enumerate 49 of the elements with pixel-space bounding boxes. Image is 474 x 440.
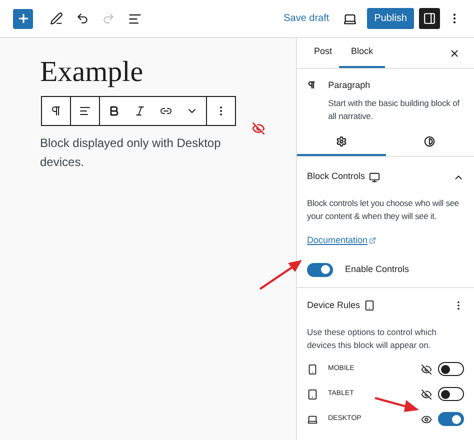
block-description: Start with the basic building block of all narrative. (328, 96, 461, 122)
save-draft-link[interactable]: Save draft (284, 11, 330, 26)
section-title: Block Controls (307, 170, 366, 184)
laptop-icon (343, 12, 358, 26)
link-icon (160, 105, 172, 117)
settings-toggle-button[interactable] (419, 8, 440, 29)
plus-icon (16, 12, 30, 25)
undo-icon (76, 12, 89, 25)
pen-icon (50, 12, 63, 25)
toggle-switch[interactable] (438, 412, 464, 426)
toggle-switch[interactable] (307, 262, 333, 276)
align-icon (79, 105, 91, 117)
publish-button[interactable]: Publish (367, 8, 414, 29)
close-button[interactable] (449, 48, 460, 58)
laptop-icon (307, 414, 318, 424)
redo-icon (102, 12, 115, 25)
undo-button[interactable] (76, 12, 89, 25)
add-block-button[interactable] (13, 8, 33, 28)
sidebar-tab[interactable]: Block (339, 38, 386, 68)
pilcrow-icon (307, 79, 316, 91)
section-description: Use these options to control which devices this block will appear on. (307, 326, 438, 352)
gear-icon (336, 136, 347, 146)
toggle-switch[interactable] (438, 362, 464, 376)
section-title: Device Rules (307, 298, 360, 312)
close-icon (449, 48, 460, 58)
section-description: Block controls let you choose who will see your content & when they will see it. (307, 197, 460, 223)
contrast-icon (424, 136, 436, 146)
block-name: Paragraph (328, 79, 372, 92)
paragraph-text: Block displayed only with Desktop devices. (40, 135, 222, 171)
monitor-icon (369, 172, 380, 182)
annotation-arrow (374, 396, 420, 414)
sidebar-tab[interactable]: Post (307, 38, 340, 68)
italic-icon (134, 105, 146, 117)
edit-button[interactable] (50, 12, 63, 25)
tablet-icon (364, 300, 376, 311)
pilcrow-icon (50, 105, 62, 117)
tablet-icon (307, 388, 318, 400)
list-view-button[interactable] (128, 12, 142, 26)
toggle-switch[interactable] (438, 387, 464, 401)
toggle-label: Enable Controls (345, 262, 410, 276)
list-view-icon (128, 12, 142, 26)
bold-icon (108, 105, 120, 117)
annotation-arrow (258, 258, 304, 291)
heading-text: Example (40, 56, 144, 88)
phone-icon (307, 364, 318, 374)
sidebar-icon (423, 12, 436, 25)
external-link-icon (368, 237, 376, 244)
documentation-link[interactable]: Documentation (307, 234, 376, 248)
preview-button[interactable] (343, 12, 358, 26)
